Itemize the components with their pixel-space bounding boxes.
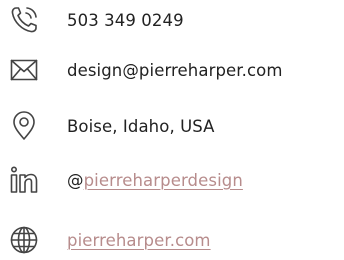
phone-ringing-icon bbox=[6, 2, 42, 38]
map-pin-icon bbox=[6, 108, 42, 144]
website-link[interactable]: pierreharper.com bbox=[67, 231, 211, 250]
website-row: pierreharper.com bbox=[0, 220, 344, 260]
envelope-icon bbox=[6, 52, 42, 88]
location-text: Boise, Idaho, USA bbox=[67, 116, 215, 136]
location-row: Boise, Idaho, USA bbox=[0, 106, 344, 146]
linkedin-link[interactable]: pierreharperdesign bbox=[84, 171, 243, 190]
email-address: design@pierreharper.com bbox=[67, 60, 283, 80]
globe-icon bbox=[6, 222, 42, 258]
linkedin-row: @pierreharperdesign bbox=[0, 160, 344, 200]
email-row: design@pierreharper.com bbox=[0, 50, 344, 90]
linkedin-icon bbox=[6, 162, 42, 198]
linkedin-handle[interactable]: @pierreharperdesign bbox=[67, 171, 243, 190]
phone-row: 503 349 0249 bbox=[0, 0, 344, 40]
phone-number: 503 349 0249 bbox=[67, 10, 184, 30]
